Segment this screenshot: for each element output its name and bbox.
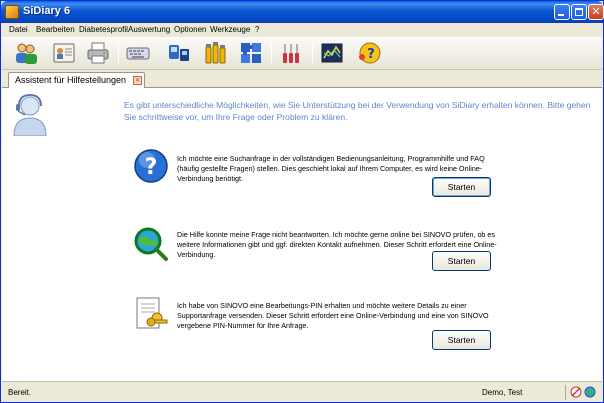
question-icon: ? (133, 148, 169, 184)
document-keys-icon (133, 296, 169, 332)
id-card-icon[interactable] (52, 41, 76, 65)
cutlery-icon[interactable] (279, 41, 303, 65)
close-window-button[interactable]: ✕ (588, 4, 604, 20)
globe-icon[interactable] (584, 386, 596, 398)
tab-close-button[interactable]: × (133, 76, 142, 85)
menu-diabetesprofil[interactable]: Diabetesprofil (79, 25, 128, 34)
maximize-icon (575, 8, 583, 16)
device-transfer-icon[interactable] (167, 41, 191, 65)
minimize-icon (558, 14, 564, 16)
window-title: SiDiary 6 (23, 5, 71, 17)
close-icon: ✕ (591, 5, 601, 18)
app-icon[interactable] (5, 5, 19, 19)
svg-text:?: ? (145, 155, 158, 180)
toolbar: ? (2, 37, 602, 70)
toolbar-separator (312, 43, 313, 63)
menu-optionen[interactable]: Optionen (174, 25, 206, 34)
chart-icon[interactable] (320, 41, 344, 65)
intro-text: Es gibt unterschiedliche Möglichkeiten, … (124, 100, 591, 122)
help-face-icon[interactable]: ? (357, 41, 381, 65)
toolbar-separator (118, 43, 119, 63)
app-window: SiDiary 6 ✕ Datei Bearbeiten Diabetespro… (0, 0, 604, 403)
minimize-button[interactable] (554, 4, 570, 20)
keyboard-icon[interactable] (126, 41, 150, 65)
tab-label: Assistent für Hilfestellungen (15, 75, 127, 85)
persons-icon[interactable] (14, 41, 38, 65)
printer-icon[interactable] (86, 41, 110, 65)
menu-help[interactable]: ? (255, 25, 259, 34)
menu-werkzeuge[interactable]: Werkzeuge (210, 25, 250, 34)
svg-text:?: ? (367, 47, 375, 62)
start-online-check-button[interactable]: Starten (432, 251, 491, 271)
status-bar: Bereit. Demo, Test (2, 381, 602, 402)
status-separator (565, 385, 566, 400)
support-agent-icon (8, 92, 52, 137)
menu-bearbeiten[interactable]: Bearbeiten (36, 25, 75, 34)
status-user: Demo, Test (482, 388, 523, 397)
toolbar-separator (271, 43, 272, 63)
sync-icon[interactable] (570, 386, 582, 398)
globe-search-icon (133, 226, 169, 262)
puzzle-icon[interactable] (239, 41, 263, 65)
tab-strip: Assistent für Hilfestellungen × (2, 70, 602, 88)
bottles-icon[interactable] (203, 41, 227, 65)
maximize-button[interactable] (571, 4, 587, 20)
menu-auswertung[interactable]: Auswertung (128, 25, 170, 34)
assistant-panel: Es gibt unterschiedliche Möglichkeiten, … (2, 88, 602, 381)
start-local-help-button[interactable]: Starten (432, 177, 491, 197)
menu-bar: Datei Bearbeiten Diabetesprofil Auswertu… (2, 23, 602, 37)
status-text: Bereit. (8, 388, 32, 397)
start-support-pin-button[interactable]: Starten (432, 330, 491, 350)
tab-assistant[interactable]: Assistent für Hilfestellungen × (8, 72, 145, 88)
option-text-support-pin: Ich habe von SINOVO eine Bearbeitungs-PI… (177, 301, 489, 330)
menu-datei[interactable]: Datei (9, 25, 28, 34)
title-bar[interactable]: SiDiary 6 ✕ (1, 1, 604, 23)
